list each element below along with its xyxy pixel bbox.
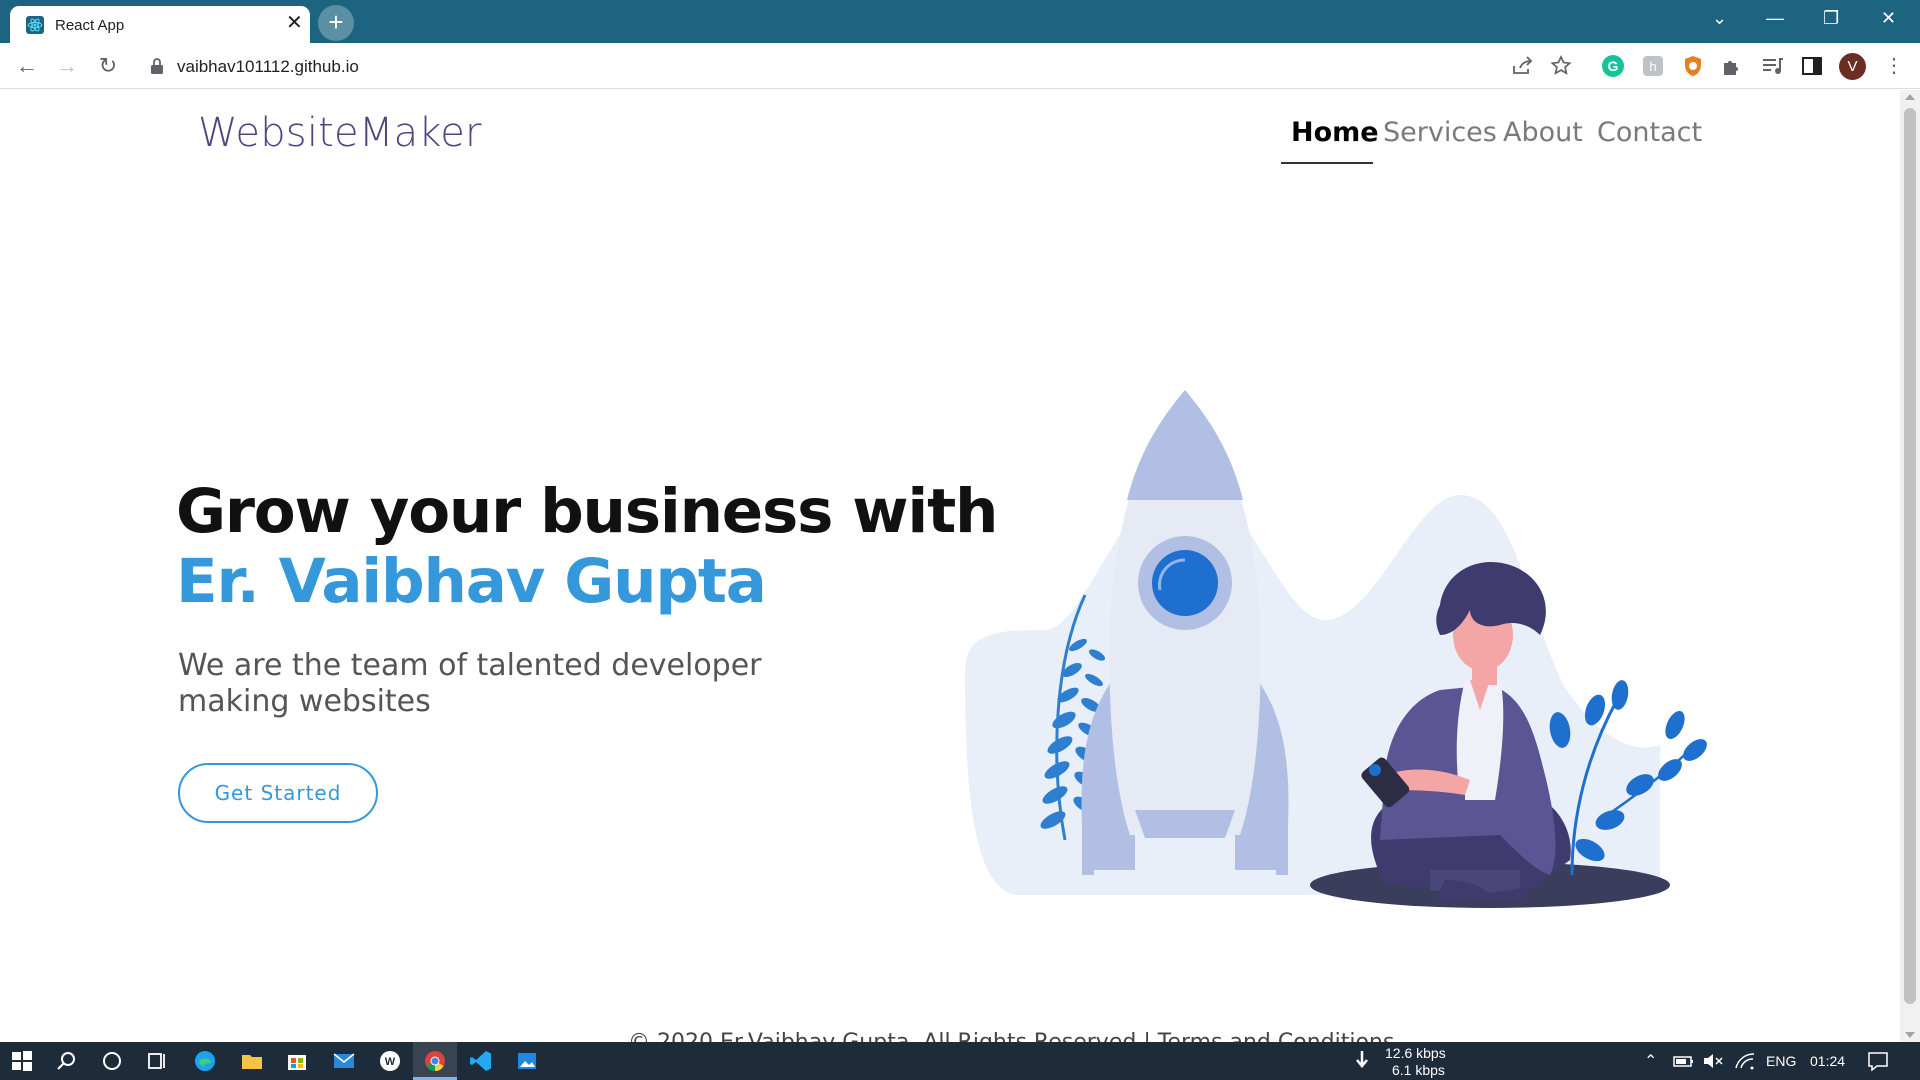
net-upload-speed: 6.1 kbps <box>1392 1062 1445 1078</box>
scrollbar-thumb[interactable] <box>1904 108 1916 1004</box>
reload-icon[interactable]: ↻ <box>94 52 122 80</box>
svg-text:G: G <box>1608 58 1619 74</box>
browser-tab[interactable]: React App ✕ <box>10 6 310 43</box>
svg-text:W: W <box>385 1056 396 1068</box>
hero-heading: Grow your business with <box>176 476 998 547</box>
restore-icon[interactable]: ❐ <box>1823 8 1839 28</box>
tray-chevron-icon[interactable]: ⌃ <box>1644 1051 1657 1071</box>
task-view-icon[interactable] <box>145 1049 169 1073</box>
extensions-puzzle-icon[interactable] <box>1720 54 1744 78</box>
scroll-down-icon[interactable] <box>1905 1032 1915 1038</box>
photos-icon[interactable] <box>515 1049 539 1073</box>
tab-title: React App <box>55 17 125 34</box>
windows-taskbar: W 12.6 kbps 6.1 kbps ⌃ ENG 01:24 <box>0 1042 1920 1080</box>
minimize-icon[interactable]: — <box>1766 8 1784 28</box>
nav-link-services[interactable]: Services <box>1383 117 1497 148</box>
edge-browser-icon[interactable] <box>193 1049 217 1073</box>
hero-illustration <box>965 390 1707 908</box>
scroll-up-icon[interactable] <box>1905 94 1915 100</box>
file-explorer-icon[interactable] <box>240 1049 264 1073</box>
app-w-icon[interactable]: W <box>378 1049 402 1073</box>
side-panel-icon[interactable] <box>1800 54 1824 78</box>
hero-subtitle: We are the team of talented developer ma… <box>178 648 762 719</box>
grammarly-extension-icon[interactable]: G <box>1601 54 1625 78</box>
browser-tab-strip: React App ✕ + ⌄ — ❐ ✕ <box>0 0 1920 43</box>
browser-toolbar: ← → ↻ vaibhav101112.github.io G h V ⋮ <box>0 43 1920 89</box>
store-icon[interactable] <box>285 1049 309 1073</box>
lock-icon <box>151 58 163 74</box>
svg-text:h: h <box>1649 59 1656 74</box>
page-scrollbar[interactable] <box>1900 90 1920 1042</box>
net-download-speed: 12.6 kbps <box>1385 1045 1446 1061</box>
close-window-icon[interactable]: ✕ <box>1881 8 1896 28</box>
nav-link-home[interactable]: Home <box>1291 117 1379 148</box>
share-icon[interactable] <box>1510 54 1534 78</box>
nav-active-underline <box>1281 162 1373 164</box>
react-logo-icon <box>26 16 44 34</box>
download-arrow-icon <box>1356 1051 1368 1068</box>
battery-icon[interactable] <box>1672 1049 1696 1073</box>
language-indicator[interactable]: ENG <box>1766 1053 1796 1069</box>
search-icon[interactable] <box>55 1049 79 1073</box>
cortana-icon[interactable] <box>100 1049 124 1073</box>
wifi-icon[interactable] <box>1733 1049 1757 1073</box>
profile-avatar[interactable]: V <box>1839 53 1866 80</box>
tab-close-icon[interactable]: ✕ <box>286 13 303 33</box>
vscode-icon[interactable] <box>469 1049 493 1073</box>
web-page: WebsiteMaker Home Services About Contact… <box>0 90 1900 1042</box>
mail-icon[interactable] <box>332 1049 356 1073</box>
nav-link-about[interactable]: About <box>1503 117 1583 148</box>
address-bar[interactable]: vaibhav101112.github.io <box>140 49 1580 83</box>
forward-icon[interactable]: → <box>53 52 81 80</box>
get-started-button[interactable]: Get Started <box>178 763 378 823</box>
chrome-icon[interactable] <box>423 1049 447 1073</box>
back-icon[interactable]: ← <box>13 52 41 80</box>
rocket-nose <box>1127 390 1243 500</box>
tab-search-icon[interactable]: ⌄ <box>1712 8 1727 28</box>
new-tab-button[interactable]: + <box>318 5 354 41</box>
nav-link-contact[interactable]: Contact <box>1597 117 1702 148</box>
url-text: vaibhav101112.github.io <box>177 57 359 76</box>
footer-copyright: © 2020 Er.Vaibhav Gupta. All Rights Rese… <box>628 1030 1394 1042</box>
extension-icon[interactable]: h <box>1641 54 1665 78</box>
bookmark-star-icon[interactable] <box>1549 54 1573 78</box>
windows-start-icon[interactable] <box>10 1049 34 1073</box>
volume-muted-icon[interactable] <box>1701 1049 1725 1073</box>
clock-time[interactable]: 01:24 <box>1810 1053 1845 1069</box>
media-control-icon[interactable] <box>1760 54 1784 78</box>
site-logo[interactable]: WebsiteMaker <box>198 110 482 156</box>
hero-heading-highlight: Er. Vaibhav Gupta <box>176 546 767 617</box>
security-extension-icon[interactable] <box>1681 54 1705 78</box>
browser-menu-icon[interactable]: ⋮ <box>1880 52 1908 80</box>
notifications-icon[interactable] <box>1866 1049 1890 1073</box>
